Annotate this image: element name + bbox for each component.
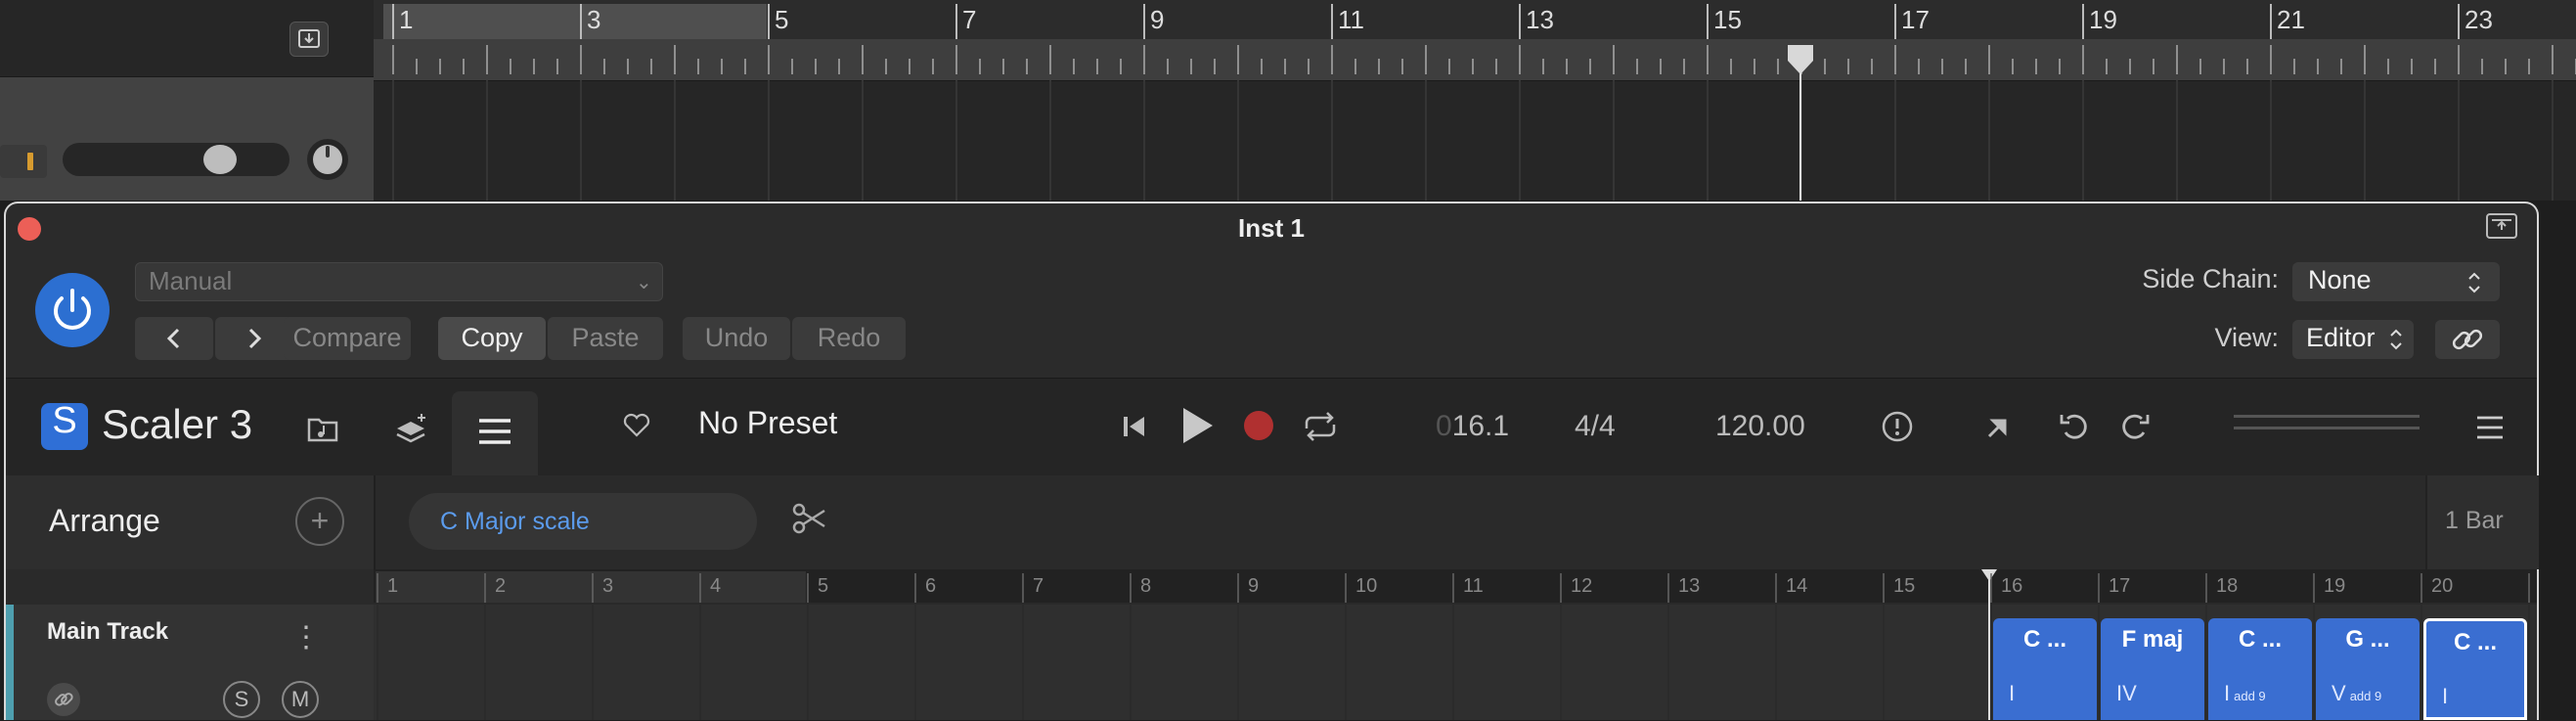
folder-music-icon[interactable] [305, 411, 340, 446]
time-signature[interactable]: 4/4 [1575, 410, 1616, 443]
updown-chevron-icon [2390, 329, 2402, 350]
transport-position-value: 16.1 [1451, 410, 1510, 442]
window-title: Inst 1 [1238, 213, 1305, 243]
arrange-title: Arrange [49, 503, 160, 538]
chord-degree: Vadd 9 [2332, 681, 2381, 706]
more-vertical-icon[interactable]: ⋮ [291, 620, 321, 654]
power-button[interactable] [35, 273, 110, 347]
arrange-ruler-ticks [377, 573, 2530, 603]
mute-button[interactable]: M [282, 681, 319, 718]
arrange-ruler-gutter [6, 569, 374, 603]
daw-track-header [0, 77, 374, 201]
next-preset-button[interactable] [215, 317, 293, 360]
track-volume-slider[interactable] [63, 143, 289, 176]
tab-arrange[interactable] [452, 391, 538, 475]
scale-label: C Major scale [440, 508, 590, 535]
chord-degree: I [2442, 684, 2448, 709]
chord-degree-label: I [2009, 681, 2016, 705]
bar-length: 1 Bar [2445, 507, 2504, 534]
chord-extension: add 9 [2349, 689, 2382, 703]
track-volume-slider-knob[interactable] [203, 145, 237, 174]
record-icon[interactable] [1244, 411, 1273, 440]
undo-icon[interactable] [2058, 409, 2093, 444]
chord-degree: IV [2116, 681, 2137, 706]
view-label: View: [2214, 323, 2279, 352]
collapse-icon[interactable] [289, 22, 329, 57]
add-track-button[interactable]: + [295, 497, 344, 546]
preset-dropdown-value: Manual [149, 266, 233, 295]
chord-degree-label: I [2442, 684, 2449, 708]
chord-name: C ... [2453, 629, 2497, 655]
track-pan-knob-notch [326, 146, 330, 158]
chord-name: C ... [2022, 626, 2066, 653]
tempo[interactable]: 120.00 [1715, 410, 1805, 443]
link-icon[interactable] [47, 683, 80, 716]
skip-back-icon[interactable] [1119, 411, 1148, 442]
output-meter-left [2234, 415, 2420, 418]
transport-position: 016.1 [1436, 410, 1509, 443]
link-icon [2452, 329, 2483, 350]
paste-button[interactable]: Paste [548, 317, 663, 360]
undo-button[interactable]: Undo [683, 317, 790, 360]
track-name: Main Track [47, 618, 169, 645]
side-chain-label: Side Chain: [2142, 264, 2279, 293]
chord-degree-label: IV [2116, 681, 2137, 705]
chevron-right-icon [248, 328, 262, 349]
chord-name: F maj [2121, 626, 2184, 653]
preset-name[interactable]: No Preset [698, 405, 837, 441]
heart-icon[interactable] [622, 411, 651, 438]
solo-button[interactable]: S [223, 681, 260, 718]
redo-button[interactable]: Redo [792, 317, 906, 360]
power-icon [54, 289, 91, 330]
chord-degree-label: I [2224, 681, 2231, 705]
daw-grid [392, 80, 2554, 201]
compare-button[interactable]: Compare [284, 317, 411, 360]
chord-degree: I [2009, 681, 2015, 706]
daw-ruler-ticks-svg [392, 45, 2576, 74]
chord-block[interactable]: F maj IV [2101, 618, 2204, 720]
track-record-indicator[interactable] [0, 145, 47, 178]
loop-icon[interactable] [1301, 409, 1340, 444]
view-value: Editor [2306, 323, 2376, 352]
chevron-left-icon [166, 328, 180, 349]
redo-icon[interactable] [2116, 409, 2152, 444]
scaler-app-name: Scaler 3 [102, 401, 253, 447]
chord-block[interactable]: C ... Iadd 9 [2208, 618, 2312, 720]
chord-degree-label: V [2332, 681, 2346, 705]
link-button[interactable] [2435, 320, 2500, 359]
transport-position-leading: 0 [1436, 410, 1452, 442]
chord-block[interactable]: C ... I [1993, 618, 2097, 720]
chord-name: G ... [2345, 626, 2390, 653]
daw-ruler-ticks[interactable] [374, 39, 2576, 81]
previous-preset-button[interactable] [135, 317, 213, 360]
layers-add-icon[interactable] [391, 409, 430, 448]
daw-ruler-bar-lines [392, 4, 2460, 39]
copy-button[interactable]: Copy [438, 317, 546, 360]
hamburger-menu-icon[interactable] [2474, 413, 2506, 442]
scaler-logo-letter: S [52, 400, 77, 441]
alert-icon[interactable] [1880, 409, 1915, 444]
chord-name: C ... [2238, 626, 2282, 653]
chord-extension: add 9 [2234, 689, 2266, 703]
menu-lines-icon [479, 419, 511, 444]
play-icon[interactable] [1176, 403, 1217, 448]
updown-chevron-icon [2468, 272, 2480, 293]
playhead-handle-icon[interactable] [1786, 43, 1815, 76]
expand-icon[interactable] [2486, 213, 2517, 239]
output-meter-right [2234, 427, 2420, 429]
chord-block[interactable]: G ... Vadd 9 [2316, 618, 2420, 720]
chord-block[interactable]: C ... I [2423, 618, 2527, 720]
side-chain-value: None [2308, 265, 2372, 294]
drag-arrow-icon[interactable] [1981, 411, 2015, 444]
scissors-icon[interactable] [790, 499, 829, 538]
chord-degree: Iadd 9 [2224, 681, 2266, 706]
chevron-down-icon: ⌄ [636, 272, 652, 293]
